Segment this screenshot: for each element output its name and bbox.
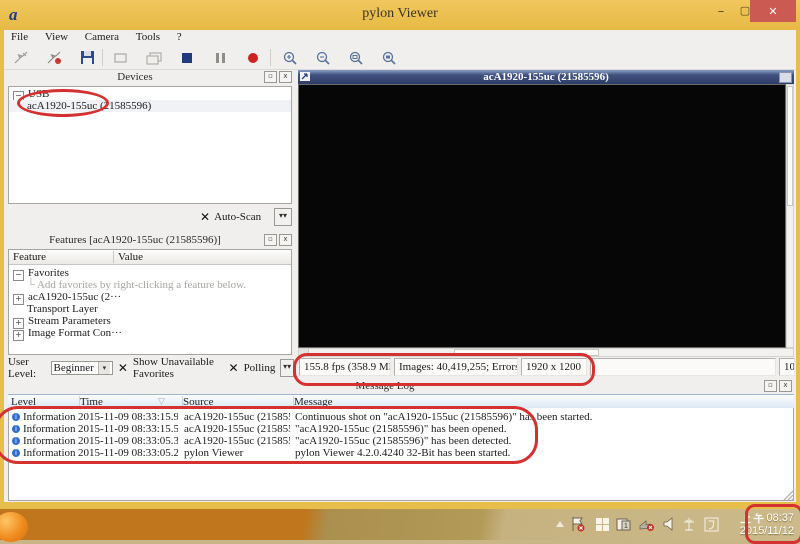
auto-scan-dropdown-button[interactable]: ▾▾ xyxy=(274,208,292,226)
stop-grab-icon[interactable] xyxy=(174,48,200,67)
value-column-header[interactable]: Value xyxy=(113,251,143,263)
annotation-ellipse-device-name xyxy=(17,89,109,117)
pause-grab-icon[interactable] xyxy=(207,48,233,67)
expand-icon[interactable]: + xyxy=(13,330,24,341)
feature-label: Image Format Con··· xyxy=(28,327,123,339)
feature-hint-label: Add favorites by right-clicking a featur… xyxy=(36,279,247,291)
chevron-down-icon: ▾ xyxy=(97,362,110,374)
taskbar xyxy=(0,509,800,540)
panel-close-icon[interactable]: x xyxy=(279,234,292,246)
auto-scan-label: Auto-Scan xyxy=(214,211,262,223)
feature-row-image-format[interactable]: + Image Format Con··· xyxy=(9,327,291,341)
action-center-flag-icon[interactable] xyxy=(570,516,586,532)
svg-text:1: 1 xyxy=(624,523,628,530)
status-zoom-level: 10 xyxy=(779,358,795,376)
show-hidden-icons-icon[interactable] xyxy=(552,516,568,532)
show-unavailable-label[interactable]: Show Unavailable Favorites xyxy=(133,356,224,380)
zoom-out-icon[interactable] xyxy=(310,48,336,67)
feature-label: acA1920-155uc (2··· xyxy=(28,291,122,303)
annotation-ellipse-status-bar xyxy=(293,353,595,386)
camera-image-view[interactable] xyxy=(298,84,786,348)
camera-window-minimize-icon[interactable] xyxy=(779,71,792,83)
tree-branch-icon: └ xyxy=(27,279,35,291)
menu-file[interactable]: File xyxy=(4,30,35,44)
feature-label: Favorites xyxy=(28,267,69,279)
zoom-in-icon[interactable] xyxy=(277,48,303,67)
features-panel-title: Features [acA1920-155uc (21585596)] xyxy=(49,234,221,246)
speaker-icon[interactable] xyxy=(661,516,677,532)
show-unavailable-off-icon[interactable]: ✕ xyxy=(118,361,128,375)
menu-help[interactable]: ? xyxy=(170,30,189,44)
dock-float-icon[interactable]: ▫ xyxy=(764,380,777,392)
menu-bar: File View Camera Tools ? xyxy=(4,30,796,47)
feature-row-favorites[interactable]: − Favorites xyxy=(9,265,291,281)
hardware-icon[interactable] xyxy=(681,516,697,532)
save-image-icon[interactable] xyxy=(74,48,100,67)
polling-off-icon[interactable]: ✕ xyxy=(229,361,239,375)
annotation-ellipse-clock xyxy=(745,504,800,544)
features-dropdown-button[interactable]: ▾▾ xyxy=(280,359,294,377)
vertical-scrollbar[interactable] xyxy=(786,84,794,348)
muted-device-icon[interactable] xyxy=(639,516,655,532)
open-device-icon[interactable] xyxy=(8,48,34,67)
auto-scan-off-icon: ✕ xyxy=(200,210,211,224)
minimize-button[interactable]: – xyxy=(712,4,730,22)
dock-float-icon[interactable]: ▫ xyxy=(264,234,277,246)
annotation-ellipse-log-rows xyxy=(0,406,538,464)
feature-column-header[interactable]: Feature xyxy=(13,251,46,263)
status-empty-segment xyxy=(590,358,776,376)
feature-row-stream-parameters[interactable]: + Stream Parameters xyxy=(9,315,291,329)
scrollbar-thumb[interactable] xyxy=(787,86,793,206)
menu-camera[interactable]: Camera xyxy=(78,30,126,44)
zoom-fit-icon[interactable] xyxy=(343,48,369,67)
ime-indicator-icon[interactable] xyxy=(703,516,719,532)
camera-window-titlebar[interactable]: acA1920-155uc (21585596) xyxy=(298,70,794,84)
feature-row-transport-layer[interactable]: Transport Layer xyxy=(9,303,291,315)
continuous-shot-icon[interactable] xyxy=(141,48,167,67)
close-device-icon[interactable] xyxy=(41,48,67,67)
user-level-label: User Level: xyxy=(8,356,37,380)
toolbar-separator xyxy=(102,49,103,66)
close-button[interactable]: ✕ xyxy=(750,0,796,22)
feature-label: Stream Parameters xyxy=(28,315,111,327)
resize-grip[interactable] xyxy=(782,489,794,501)
user-level-value: Beginner xyxy=(53,362,94,374)
feature-row-add-favorites: └ Add favorites by right-clicking a feat… xyxy=(9,279,291,291)
window-title: pylon Viewer xyxy=(362,6,438,21)
menu-view[interactable]: View xyxy=(38,30,75,44)
devices-panel-header: Devices ▫ x xyxy=(6,70,294,84)
panel-close-icon[interactable]: x xyxy=(279,71,292,83)
user-level-select[interactable]: Beginner ▾ xyxy=(50,361,113,375)
toolbar-separator xyxy=(270,49,271,66)
camera-window-title: acA1920-155uc (21585596) xyxy=(483,71,609,83)
zoom-original-icon[interactable] xyxy=(376,48,402,67)
display-indicator-icon[interactable]: 1 xyxy=(616,516,632,532)
features-table: Feature Value − Favorites └ Add favorites… xyxy=(8,249,292,355)
features-panel-header: Features [acA1920-155uc (21585596)] ▫ x xyxy=(6,233,294,247)
devices-panel-title: Devices xyxy=(117,71,153,83)
feature-row-camera[interactable]: + acA1920-155uc (2··· xyxy=(9,291,291,305)
single-shot-icon[interactable] xyxy=(108,48,134,67)
dock-float-icon[interactable]: ▫ xyxy=(264,71,277,83)
panel-close-icon[interactable]: x xyxy=(779,380,792,392)
windows-logo-icon[interactable] xyxy=(594,516,610,532)
camera-window-icon xyxy=(300,72,310,81)
menu-tools[interactable]: Tools xyxy=(129,30,167,44)
polling-label[interactable]: Polling xyxy=(244,362,276,374)
features-controls: User Level: Beginner ▾ ✕ Show Unavailabl… xyxy=(8,356,294,380)
feature-label: Transport Layer xyxy=(27,303,98,315)
record-icon[interactable] xyxy=(240,48,266,67)
